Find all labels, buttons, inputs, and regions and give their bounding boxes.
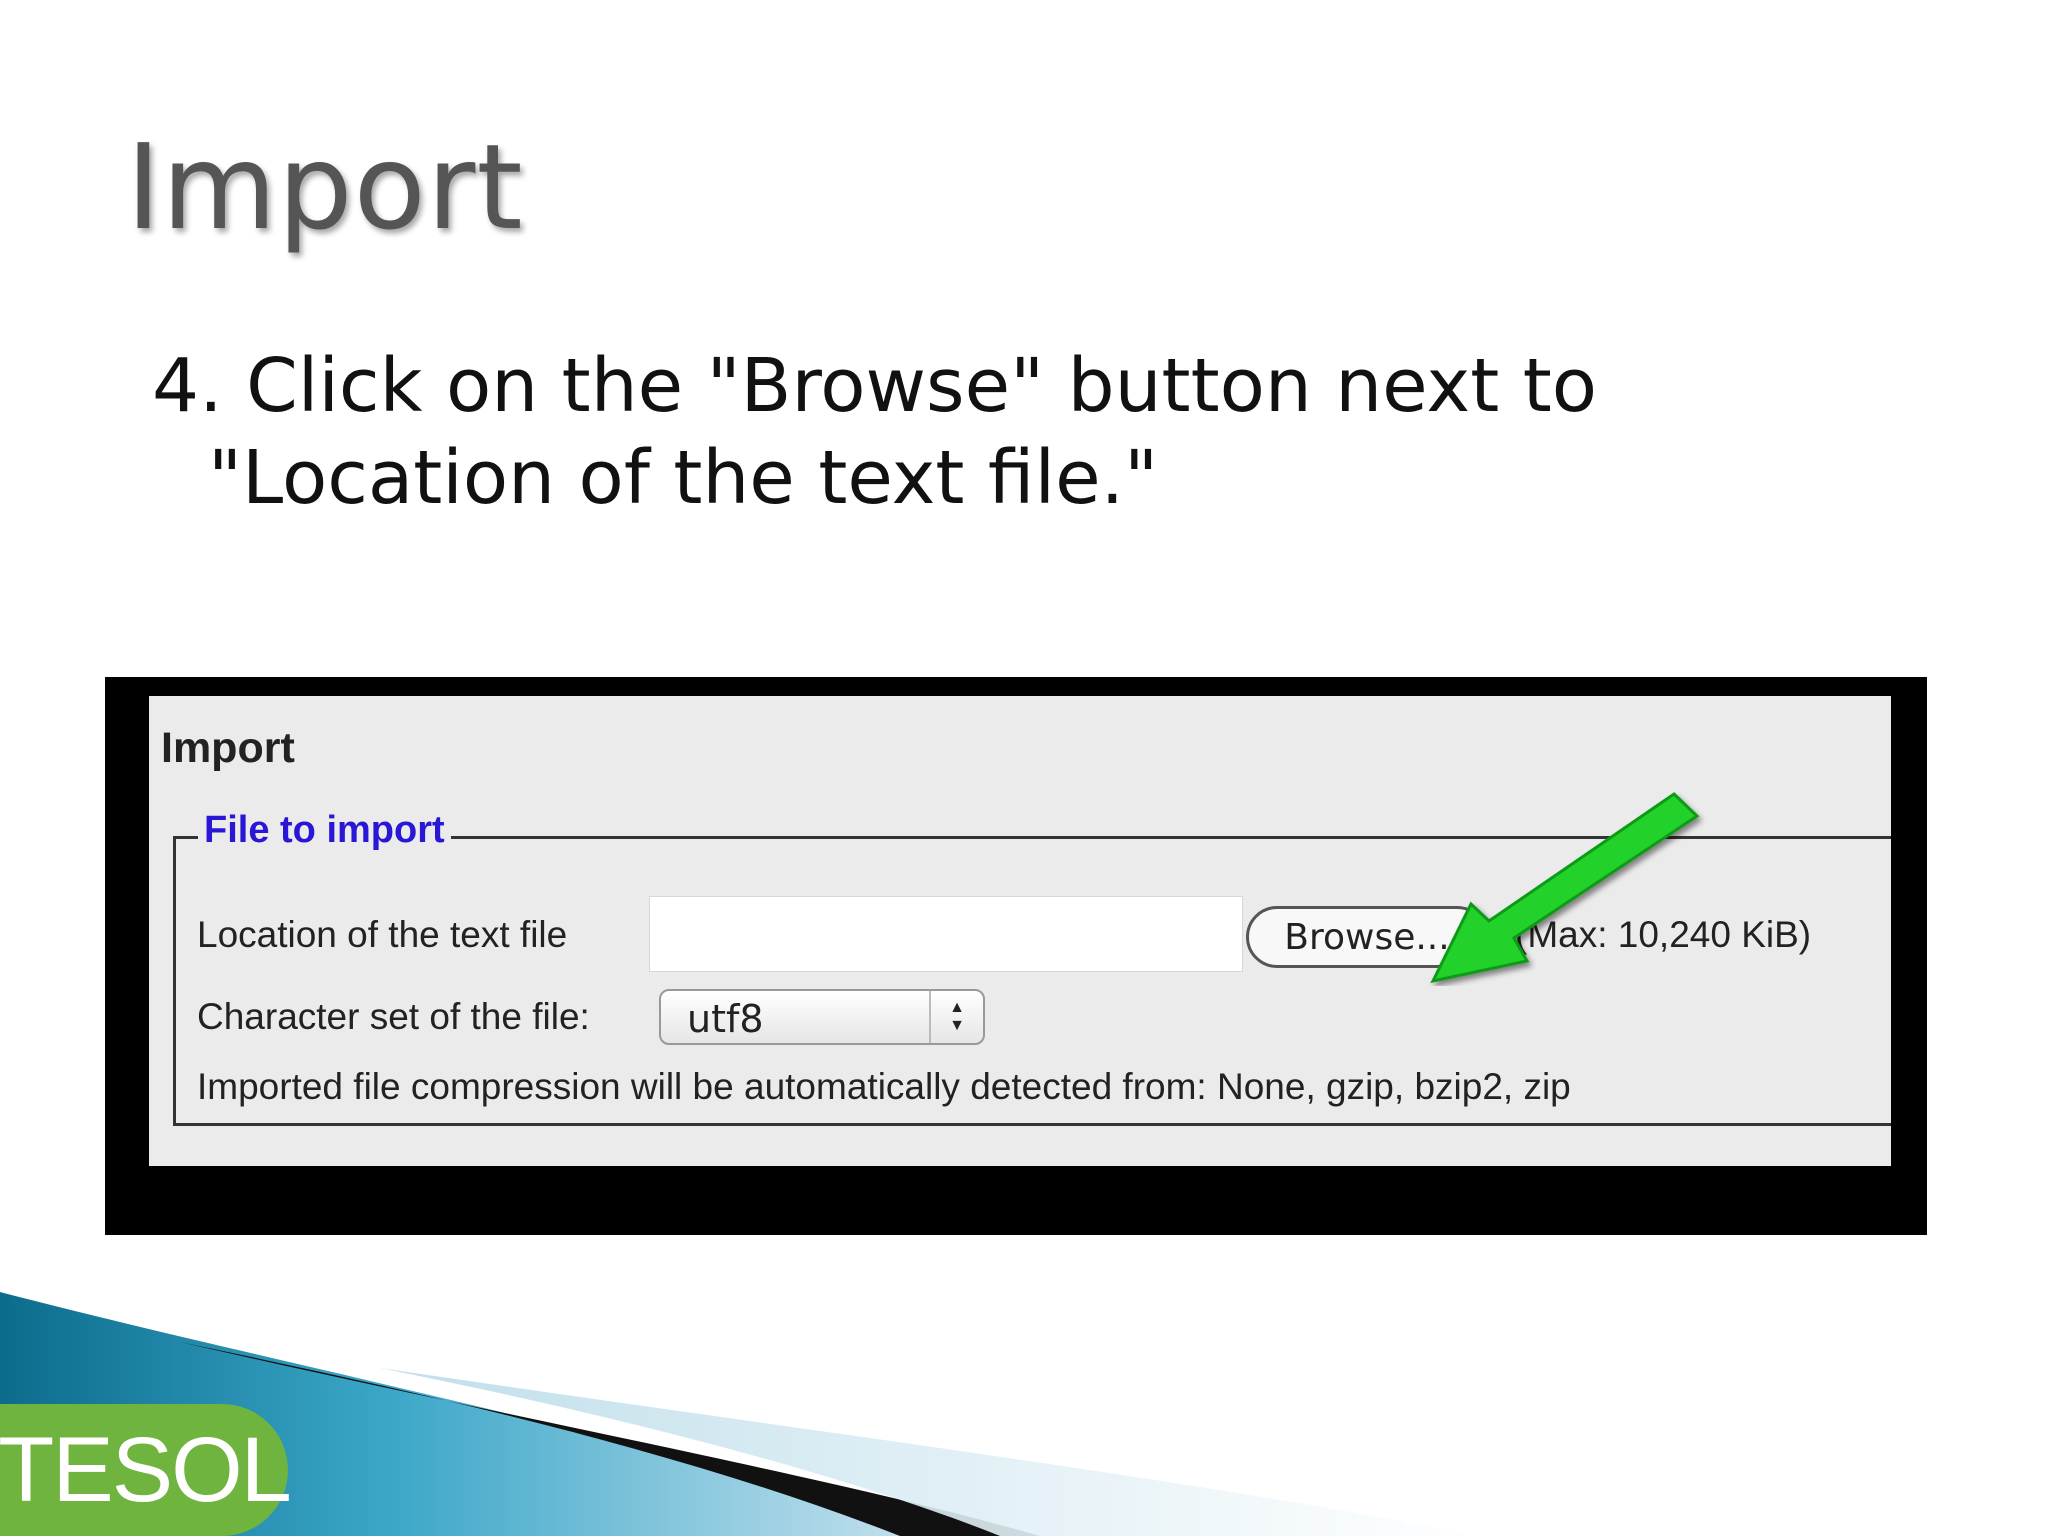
charset-selected-value: utf8 [687,997,764,1041]
instruction-line-1: 4. Click on the "Browse" button next to [152,343,1598,429]
select-arrows-icon: ▲ ▼ [929,991,983,1043]
screenshot-frame: Import File to import Location of the te… [105,677,1927,1235]
tesol-logo: TESOL [0,1404,292,1536]
fieldset-legend: File to import [198,809,451,852]
location-file-input[interactable] [649,896,1243,972]
instruction-text: 4. Click on the "Browse" button next to … [152,340,1852,524]
import-heading: Import [161,724,295,772]
instruction-line-2: "Location of the text file." [208,435,1159,521]
arrow-pointer-icon [1430,792,1700,984]
location-label: Location of the text file [197,914,568,955]
compression-note: Imported file compression will be automa… [197,1066,1571,1107]
slide-title: Import [126,118,524,256]
logo-text: TESOL [0,1418,292,1521]
charset-select[interactable]: utf8 ▲ ▼ [659,989,985,1045]
bottom-wave-decoration [0,1292,1480,1536]
charset-label: Character set of the file: [197,996,590,1037]
import-screenshot: Import File to import Location of the te… [149,696,1891,1166]
